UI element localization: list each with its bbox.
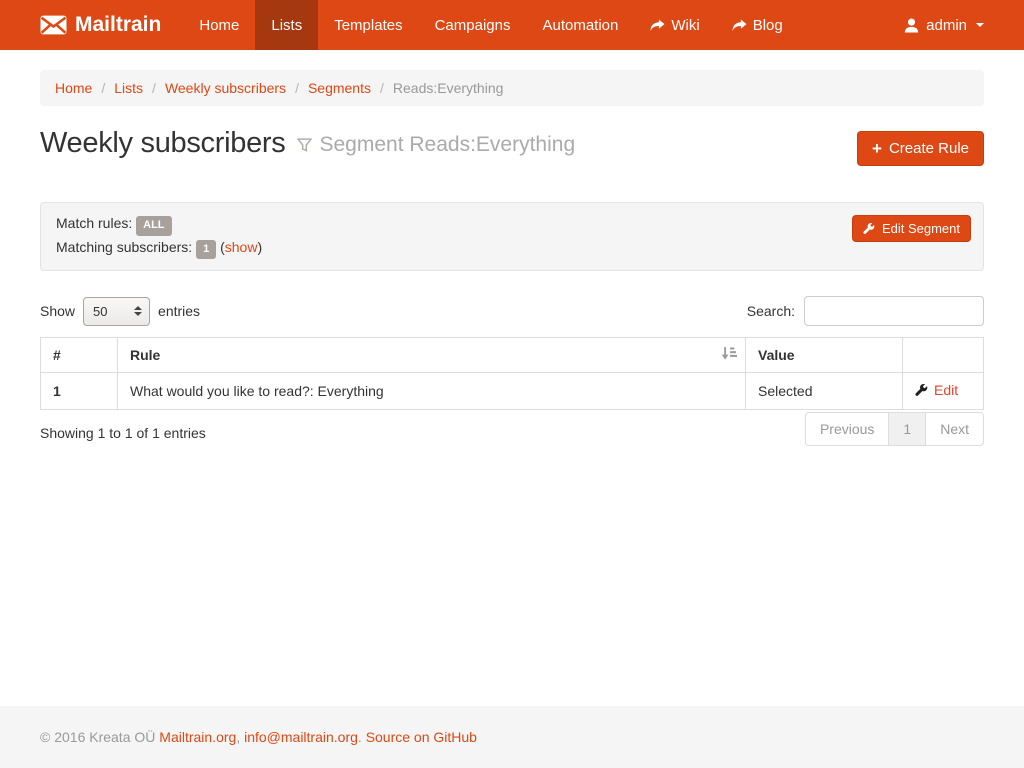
match-rules-badge: ALL: [136, 216, 171, 236]
pagination-previous[interactable]: Previous: [805, 412, 889, 446]
matching-count-badge: 1: [196, 240, 216, 260]
mailtrain-org-link[interactable]: Mailtrain.org: [159, 729, 236, 745]
copyright-text: © 2016 Kreata OÜ: [40, 729, 155, 745]
breadcrumb-separator: /: [152, 80, 156, 96]
envelope-icon: [40, 15, 67, 35]
external-link-arrow-icon: [732, 19, 747, 32]
search-input[interactable]: [804, 296, 984, 326]
header-action: [903, 338, 984, 373]
breadcrumb-lists[interactable]: Lists: [114, 80, 143, 96]
wrench-icon: [863, 223, 875, 235]
create-rule-button[interactable]: + Create Rule: [857, 131, 984, 166]
user-name: admin: [926, 17, 967, 34]
pagination-page-1[interactable]: 1: [888, 412, 926, 446]
breadcrumb-segments[interactable]: Segments: [308, 80, 371, 96]
header-num[interactable]: #: [41, 338, 118, 373]
wrench-icon: [915, 384, 928, 397]
matching-subscribers-label: Matching subscribers:: [56, 239, 192, 255]
edit-rule-link[interactable]: Edit: [915, 382, 958, 398]
paren-close: ): [257, 239, 262, 255]
search-label: Search:: [747, 303, 795, 319]
nav-item-automation[interactable]: Automation: [526, 0, 634, 50]
nav-item-campaigns[interactable]: Campaigns: [419, 0, 527, 50]
breadcrumb-weekly-subscribers[interactable]: Weekly subscribers: [165, 80, 286, 96]
header-value[interactable]: Value: [746, 338, 903, 373]
email-link[interactable]: info@mailtrain.org: [244, 729, 358, 745]
nav-item-home[interactable]: Home: [183, 0, 255, 50]
user-icon: [904, 18, 919, 33]
table-controls: Show 50 entries Search:: [40, 296, 984, 326]
source-github-link[interactable]: Source on GitHub: [366, 729, 477, 745]
select-arrows-icon: [134, 306, 142, 316]
chevron-down-icon: [976, 23, 984, 27]
breadcrumb-current: Reads:Everything: [393, 80, 504, 96]
entries-info: Showing 1 to 1 of 1 entries: [40, 417, 206, 441]
page-size-select[interactable]: 50: [83, 297, 150, 326]
sort-amount-icon: [721, 347, 737, 364]
table-header-row: # Rule Value: [41, 338, 984, 373]
edit-segment-button[interactable]: Edit Segment: [852, 215, 971, 242]
rules-table: # Rule Value: [40, 337, 984, 410]
nav-item-templates[interactable]: Templates: [318, 0, 418, 50]
breadcrumb: Home / Lists / Weekly subscribers / Segm…: [40, 70, 984, 106]
plus-icon: +: [872, 142, 882, 156]
footer: © 2016 Kreata OÜ Mailtrain.org, info@mai…: [0, 706, 1024, 768]
header-rule[interactable]: Rule: [118, 338, 746, 373]
breadcrumb-separator: /: [380, 80, 384, 96]
segment-summary-panel: Match rules: ALL Matching subscribers: 1…: [40, 202, 984, 271]
pagination-next[interactable]: Next: [925, 412, 984, 446]
brand-name: Mailtrain: [75, 13, 161, 37]
external-link-arrow-icon: [650, 19, 665, 32]
rule-description: What would you like to read?: Everything: [118, 373, 746, 410]
pagination: Previous 1 Next: [805, 412, 984, 446]
navbar: Mailtrain Home Lists Templates Campaigns…: [0, 0, 1024, 50]
table-row: 1 What would you like to read?: Everythi…: [41, 373, 984, 410]
match-rules-label: Match rules:: [56, 215, 132, 231]
brand-logo[interactable]: Mailtrain: [40, 0, 161, 50]
nav-item-wiki[interactable]: Wiki: [634, 0, 715, 50]
breadcrumb-home[interactable]: Home: [55, 80, 92, 96]
table-footer: Showing 1 to 1 of 1 entries Previous 1 N…: [40, 412, 984, 446]
segment-subtitle: Segment Reads:Everything: [297, 133, 575, 157]
nav-item-lists[interactable]: Lists: [255, 0, 318, 50]
show-label: Show: [40, 303, 75, 319]
filter-funnel-icon: [297, 138, 312, 152]
user-menu[interactable]: admin: [904, 0, 984, 50]
breadcrumb-separator: /: [101, 80, 105, 96]
entries-label: entries: [158, 303, 200, 319]
nav-item-blog[interactable]: Blog: [716, 0, 799, 50]
page-title: Weekly subscribers: [40, 127, 285, 160]
breadcrumb-separator: /: [295, 80, 299, 96]
rule-value: Selected: [746, 373, 903, 410]
rule-number: 1: [41, 373, 118, 410]
main-nav: Home Lists Templates Campaigns Automatio…: [183, 0, 798, 50]
page-size-value: 50: [93, 304, 107, 319]
show-subscribers-link[interactable]: show: [225, 239, 258, 255]
page-header: Weekly subscribers Segment Reads:Everyth…: [40, 127, 984, 166]
